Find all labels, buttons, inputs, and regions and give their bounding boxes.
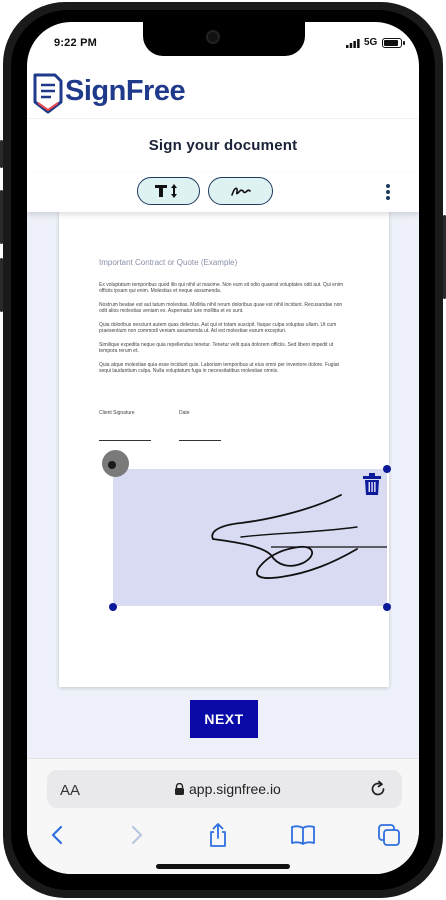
next-button[interactable]: NEXT [190,700,258,738]
document-paragraph: Quia doloribus nesciunt autem quas delec… [99,322,337,335]
document-paragraph: Similique expedita neque quia repellendu… [99,342,334,355]
app-header: SignFree [27,68,419,118]
date-line [179,440,221,441]
title-bar: Sign your document [27,118,419,170]
battery-icon [382,38,405,48]
url-text[interactable]: app.signfree.io [189,781,281,797]
text-size-button[interactable]: AA [60,782,80,799]
cellular-signal-icon [346,39,360,48]
address-bar[interactable]: AA app.signfree.io [47,770,402,808]
resize-handle-bottom-right[interactable] [383,603,391,611]
back-icon[interactable] [45,822,71,848]
brand-name[interactable]: SignFree [65,75,186,108]
tabs-icon[interactable] [376,822,402,848]
home-indicator [156,864,290,869]
phone-screen: 9:22 PM 5G SignFree Sign your document I… [27,22,419,874]
rotate-handle-icon[interactable] [102,450,129,477]
document-paragraph: Nostrum beatae est aut tatum molestias. … [99,302,343,315]
forward-icon[interactable] [123,822,149,848]
reload-icon[interactable] [369,780,387,798]
signature-box[interactable] [113,469,387,606]
text-tool-button[interactable] [137,177,200,205]
notch [143,22,305,56]
camera-icon [206,30,220,44]
resize-handle-bottom-left[interactable] [109,603,117,611]
trash-icon[interactable] [363,473,381,495]
client-signature-label: Client Signature [99,410,135,416]
signature-tool-button[interactable] [208,177,273,205]
browser-toolbar: AA app.signfree.io [27,758,419,874]
document-paragraph: Ex voluptatum temporibus quod illo qui n… [99,282,344,295]
text-size-icon [154,184,177,198]
document-paragraph: Quia atque molestiae quia esse incidunt … [99,362,339,375]
document-page: Important Contract or Quote (Example) Ex… [59,212,389,687]
editor-toolbar [27,172,419,212]
bookmarks-icon[interactable] [290,822,316,848]
signature-icon [230,187,251,196]
status-bar: 9:22 PM 5G [27,22,419,66]
lock-icon [175,783,184,795]
status-time: 9:22 PM [54,37,97,49]
signfree-logo-icon [33,73,63,114]
document-area: Important Contract or Quote (Example) Ex… [27,212,419,758]
share-icon[interactable] [205,822,231,848]
client-signature-line [99,440,151,441]
resize-handle-top-right[interactable] [383,465,391,473]
network-type: 5G [364,37,378,48]
date-label: Date [179,410,190,416]
document-title: Important Contract or Quote (Example) [99,258,238,267]
kebab-menu-icon[interactable] [384,183,392,201]
page-title: Sign your document [148,137,298,154]
signature-drawing [211,494,387,579]
